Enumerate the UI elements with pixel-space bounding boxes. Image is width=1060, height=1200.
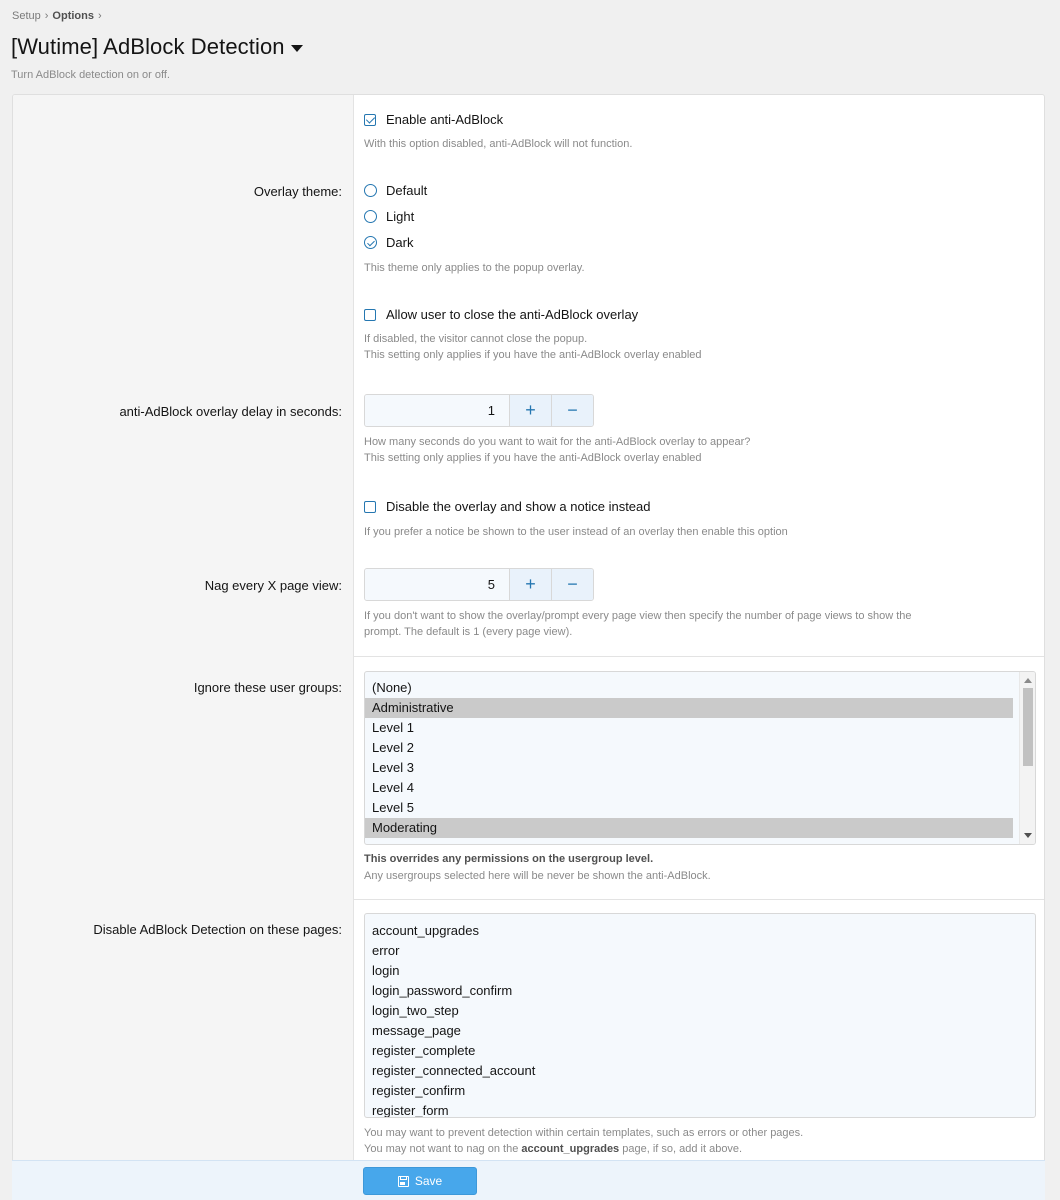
nag-every-hint-1: If you don't want to show the overlay/pr…	[364, 610, 912, 622]
list-item[interactable]: Level 2	[365, 738, 1013, 758]
enable-anti-adblock-label[interactable]: Enable anti-AdBlock	[386, 112, 503, 127]
textarea-line: account_upgrades	[372, 923, 479, 938]
hint-strong-text: account_upgrades	[521, 1143, 620, 1155]
textarea-line: login_password_confirm	[372, 983, 513, 998]
disable-pages-hint-2: You may not want to nag on the account_u…	[364, 1142, 742, 1157]
enable-anti-adblock-hint: With this option disabled, anti-AdBlock …	[364, 138, 633, 150]
notice-instead-hint: If you prefer a notice be shown to the u…	[364, 526, 788, 538]
allow-close-option[interactable]: Allow user to close the anti-AdBlock ove…	[364, 307, 638, 322]
overlay-delay-hint-1: How many seconds do you want to wait for…	[364, 436, 751, 448]
disable-pages-hint-1: You may want to prevent detection within…	[364, 1127, 804, 1139]
breadcrumb-options-link[interactable]: Options	[52, 10, 94, 22]
overlay-theme-radio-dark[interactable]: Dark	[364, 235, 413, 250]
nag-every-hint-2: prompt. The default is 1 (every page vie…	[364, 626, 573, 638]
breadcrumb-separator: ›	[44, 10, 49, 22]
label-column	[13, 95, 354, 1200]
increment-button[interactable]: +	[509, 569, 551, 600]
list-item[interactable]: Administrative	[365, 698, 1013, 718]
page-title[interactable]: [Wutime] AdBlock Detection	[11, 34, 285, 60]
section-divider	[354, 899, 1044, 900]
overlay-delay-input[interactable]: 1	[365, 395, 509, 426]
list-item[interactable]: Level 5	[365, 798, 1013, 818]
allow-close-label[interactable]: Allow user to close the anti-AdBlock ove…	[386, 307, 638, 322]
disable-pages-label: Disable AdBlock Detection on these pages…	[93, 922, 342, 937]
breadcrumb-separator: ›	[97, 10, 102, 22]
scroll-up-icon[interactable]	[1024, 678, 1032, 683]
increment-button[interactable]: +	[509, 395, 551, 426]
ignore-groups-label: Ignore these user groups:	[193, 680, 342, 695]
list-item[interactable]: Level 3	[365, 758, 1013, 778]
page-title-row[interactable]: [Wutime] AdBlock Detection	[11, 34, 303, 60]
hint-text: page, if so, add it above.	[619, 1143, 743, 1155]
textarea-line: register_connected_account	[372, 1063, 536, 1078]
scroll-down-icon[interactable]	[1024, 833, 1032, 838]
overlay-theme-dark-label[interactable]: Dark	[386, 235, 413, 250]
textarea-line: login_two_step	[372, 1003, 459, 1018]
nag-every-stepper[interactable]: 5 + −	[364, 568, 594, 601]
scrollbar[interactable]	[1019, 672, 1035, 844]
decrement-button[interactable]: −	[551, 569, 593, 600]
disable-pages-textarea[interactable]: account_upgrades error login login_passw…	[364, 913, 1036, 1118]
overlay-theme-default-label[interactable]: Default	[386, 183, 427, 198]
scrollbar-thumb[interactable]	[1023, 688, 1033, 766]
radio-checked-icon[interactable]	[364, 236, 377, 249]
list-item[interactable]: Level 1	[365, 718, 1013, 738]
save-button[interactable]: Save	[363, 1167, 477, 1195]
enable-anti-adblock-checkbox[interactable]	[364, 113, 376, 126]
breadcrumb: Setup › Options ›	[12, 10, 106, 22]
ignore-groups-hint-strong: This overrides any permissions on the us…	[364, 853, 654, 865]
section-divider	[354, 656, 1044, 657]
caret-down-icon[interactable]	[290, 45, 303, 52]
allow-close-hint-1: If disabled, the visitor cannot close th…	[364, 333, 588, 345]
list-item[interactable]: Moderating	[365, 818, 1013, 838]
options-panel: Enable anti-AdBlock With this option dis…	[12, 94, 1045, 1200]
overlay-theme-hint: This theme only applies to the popup ove…	[364, 262, 585, 274]
save-button-label[interactable]: Save	[415, 1174, 442, 1188]
textarea-line: register_complete	[372, 1043, 476, 1058]
ignore-groups-select[interactable]: (None) Administrative Level 1 Level 2 Le…	[364, 671, 1036, 845]
overlay-theme-label: Overlay theme:	[253, 184, 342, 199]
textarea-line: register_confirm	[372, 1083, 466, 1098]
list-item[interactable]: Level 4	[365, 778, 1013, 798]
decrement-button[interactable]: −	[551, 395, 593, 426]
overlay-delay-label: anti-AdBlock overlay delay in seconds:	[119, 404, 342, 419]
overlay-delay-hint-2: This setting only applies if you have th…	[364, 452, 702, 464]
allow-close-hint-2: This setting only applies if you have th…	[364, 349, 702, 361]
overlay-theme-radio-light[interactable]: Light	[364, 209, 414, 224]
textarea-line: login	[372, 963, 400, 978]
nag-every-input[interactable]: 5	[365, 569, 509, 600]
overlay-delay-stepper[interactable]: 1 + −	[364, 394, 594, 427]
textarea-line: register_form	[372, 1103, 449, 1118]
notice-instead-label[interactable]: Disable the overlay and show a notice in…	[386, 499, 651, 514]
textarea-line: message_page	[372, 1023, 461, 1038]
breadcrumb-setup-link[interactable]: Setup	[12, 10, 41, 22]
overlay-theme-light-label[interactable]: Light	[386, 209, 414, 224]
overlay-theme-radio-default[interactable]: Default	[364, 183, 427, 198]
form-footer: Save	[12, 1160, 1045, 1200]
radio-icon[interactable]	[364, 184, 377, 197]
notice-instead-checkbox[interactable]	[364, 500, 376, 513]
ignore-groups-hint: Any usergroups selected here will be nev…	[364, 870, 711, 882]
list-item[interactable]: (None)	[365, 678, 1013, 698]
enable-anti-adblock-option[interactable]: Enable anti-AdBlock	[364, 112, 503, 127]
hint-text: You may not want to nag on the	[364, 1143, 522, 1155]
allow-close-checkbox[interactable]	[364, 308, 376, 321]
page-description: Turn AdBlock detection on or off.	[11, 69, 170, 81]
radio-icon[interactable]	[364, 210, 377, 223]
textarea-line: error	[372, 943, 400, 958]
notice-instead-option[interactable]: Disable the overlay and show a notice in…	[364, 499, 651, 514]
floppy-disk-icon	[397, 1175, 409, 1187]
nag-every-label: Nag every X page view:	[204, 578, 342, 593]
